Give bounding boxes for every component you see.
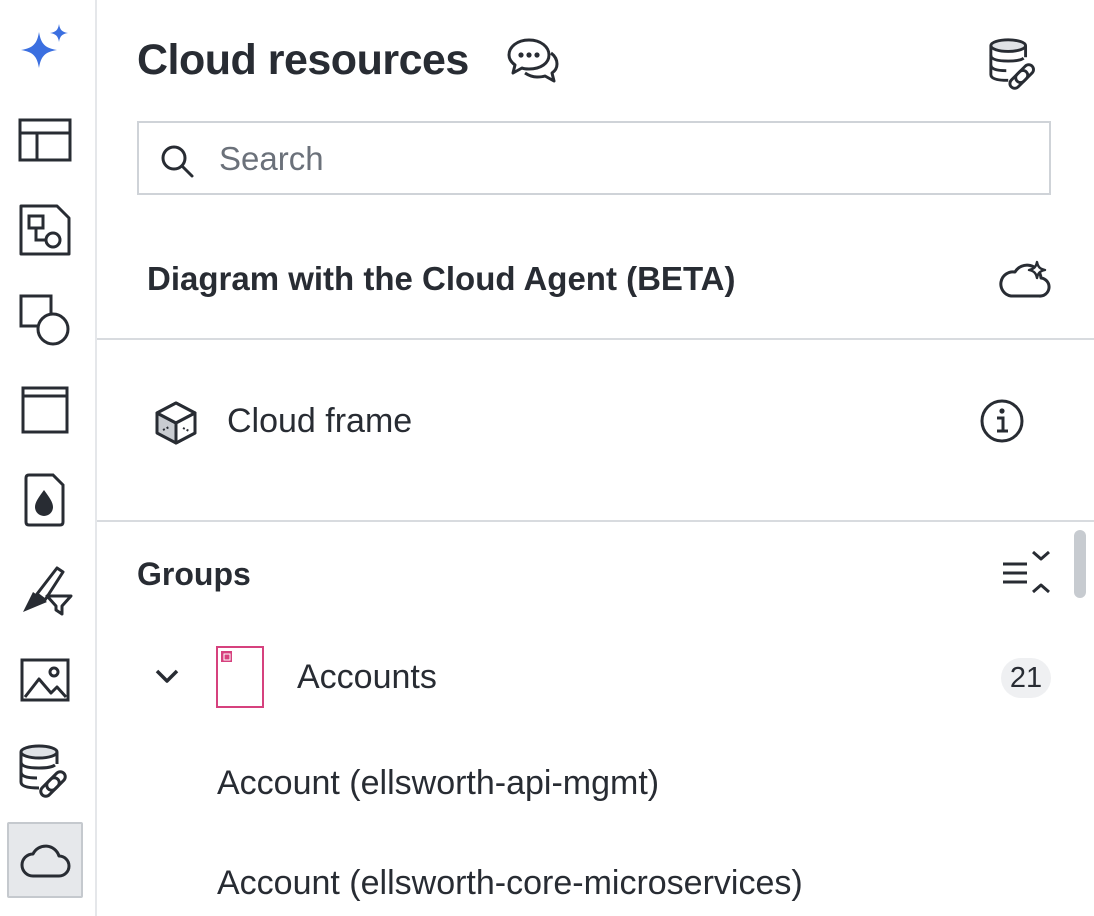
accounts-group-row[interactable]: Accounts 21: [97, 640, 1094, 720]
divider: [97, 338, 1094, 340]
chevron-down-icon[interactable]: [153, 666, 181, 686]
drop-file-icon: [24, 473, 65, 527]
cloud-button[interactable]: [7, 822, 83, 898]
diagram-shapes-button[interactable]: [7, 192, 83, 268]
flowchart-icon: [19, 204, 71, 256]
list-item[interactable]: Account (ellsworth-api-mgmt): [217, 764, 659, 803]
frame-icon: [21, 386, 69, 434]
search-icon: [161, 145, 194, 178]
cloud-resources-panel: Cloud resources Diagram with the: [97, 0, 1094, 916]
chat-bubbles-icon: [507, 38, 559, 83]
cloud-sparkle-icon: [999, 260, 1051, 298]
cube-icon: [155, 401, 197, 445]
import-data-button[interactable]: [985, 36, 1043, 95]
panel-title: Cloud resources: [137, 36, 469, 84]
ai-sparkle-button[interactable]: [7, 12, 83, 88]
frame-button[interactable]: [7, 372, 83, 448]
templates-button[interactable]: [7, 102, 83, 178]
database-link-icon: [989, 38, 1035, 90]
accounts-count-badge: 21: [1001, 658, 1051, 698]
left-toolbar: [0, 0, 97, 916]
list-item[interactable]: Account (ellsworth-core-microservices): [217, 864, 803, 903]
image-icon: [20, 658, 70, 702]
collapse-all-icon[interactable]: [1001, 548, 1053, 596]
info-icon[interactable]: [979, 398, 1025, 444]
shapes-button[interactable]: [7, 282, 83, 358]
account-group-thumbnail: [216, 646, 264, 708]
groups-heading: Groups: [137, 556, 251, 592]
color-fill-button[interactable]: [7, 462, 83, 538]
layout-icon: [18, 118, 72, 162]
cloud-frame-label: Cloud frame: [227, 402, 413, 440]
cloud-icon: [20, 844, 71, 878]
sparkle-icon: [21, 24, 68, 68]
shapes-icon: [19, 294, 70, 346]
cloud-agent-label: Diagram with the Cloud Agent (BETA): [147, 260, 736, 297]
image-button[interactable]: [7, 642, 83, 718]
database-link-icon: [19, 744, 67, 798]
cloud-frame-row[interactable]: Cloud frame: [97, 360, 1094, 480]
brush-filter-icon: [23, 566, 73, 616]
search-input[interactable]: [217, 133, 1021, 185]
scrollbar-thumb[interactable]: [1074, 530, 1086, 598]
brush-filter-button[interactable]: [7, 552, 83, 628]
feedback-button[interactable]: [505, 36, 559, 91]
accounts-label: Accounts: [297, 658, 437, 696]
search-box[interactable]: [137, 121, 1051, 195]
account-badge-icon: [221, 651, 232, 662]
cloud-agent-row[interactable]: Diagram with the Cloud Agent (BETA): [97, 242, 1094, 320]
divider: [97, 520, 1094, 522]
data-link-button[interactable]: [7, 732, 83, 808]
